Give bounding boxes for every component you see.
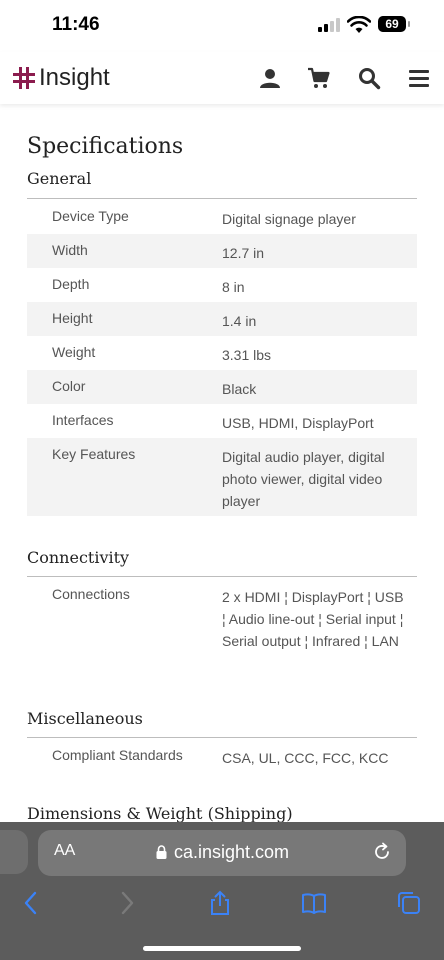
spec-row-connections: Connections 2 x HDMI ¦ DisplayPort ¦ USB…: [27, 578, 417, 672]
spec-label: Interfaces: [52, 412, 114, 428]
section-title-general: General: [27, 169, 92, 188]
spec-label: Width: [52, 242, 88, 258]
spec-value: 1.4 in: [222, 313, 257, 329]
cellular-signal-icon: [318, 18, 342, 32]
menu-icon[interactable]: [407, 66, 431, 90]
spec-row-color: Color Black: [27, 370, 417, 404]
spec-label: Connections: [52, 586, 130, 602]
lock-icon: [156, 845, 167, 859]
section-divider: [27, 198, 417, 199]
url-text[interactable]: ca.insight.com: [174, 842, 289, 863]
insight-logo[interactable]: Insight: [13, 64, 110, 92]
spec-value: USB, HDMI, DisplayPort: [222, 415, 374, 431]
home-indicator: [143, 946, 301, 951]
spec-value: CSA, UL, CCC, FCC, KCC: [222, 750, 389, 766]
address-bar[interactable]: AA ca.insight.com: [38, 830, 406, 876]
previous-tab-preview[interactable]: [0, 830, 28, 874]
bookmarks-icon[interactable]: [301, 890, 327, 916]
spec-label: Device Type: [52, 208, 129, 224]
section-title-miscellaneous: Miscellaneous: [27, 709, 143, 728]
logo-text: Insight: [39, 64, 110, 91]
wifi-icon: [347, 16, 371, 33]
share-icon[interactable]: [207, 890, 233, 916]
forward-icon[interactable]: [114, 890, 140, 916]
spec-label: Color: [52, 378, 86, 394]
spec-row-height: Height 1.4 in: [27, 302, 417, 336]
spec-value: 3.31 lbs: [222, 347, 272, 363]
spec-label: Depth: [52, 276, 90, 292]
site-header: Insight: [0, 52, 444, 104]
reload-icon[interactable]: [372, 842, 392, 862]
spec-label: Height: [52, 310, 93, 326]
back-icon[interactable]: [18, 890, 44, 916]
spec-label: Weight: [52, 344, 96, 360]
status-bar: 11:46 69: [0, 0, 444, 52]
spec-row-weight: Weight 3.31 lbs: [27, 336, 417, 370]
spec-value: Digital signage player: [222, 211, 356, 227]
cart-icon[interactable]: [307, 66, 331, 90]
browser-bottom-bar: AA ca.insight.com: [0, 822, 444, 960]
spec-label: Key Features: [52, 446, 136, 462]
spec-row-depth: Depth 8 in: [27, 268, 417, 302]
section-divider: [27, 737, 417, 738]
reader-options-button[interactable]: AA: [54, 842, 75, 860]
spec-value: 8 in: [222, 279, 245, 295]
spec-row-width: Width 12.7 in: [27, 234, 417, 268]
spec-row-interfaces: Interfaces USB, HDMI, DisplayPort: [27, 404, 417, 438]
spec-label: Compliant Standards: [52, 747, 183, 763]
section-divider: [27, 576, 417, 577]
spec-value: Black: [222, 381, 257, 397]
section-title-connectivity: Connectivity: [27, 548, 130, 567]
tabs-icon[interactable]: [396, 890, 422, 916]
spec-value: Digital audio player, digital photo view…: [222, 449, 385, 509]
section-title-dimensions-shipping: Dimensions & Weight (Shipping): [27, 804, 293, 823]
search-icon[interactable]: [357, 66, 381, 90]
battery-icon: 69: [378, 16, 410, 32]
spec-row-key-features: Key Features Digital audio player, digit…: [27, 438, 417, 516]
account-icon[interactable]: [258, 66, 282, 90]
spec-row-compliant-standards: Compliant Standards CSA, UL, CCC, FCC, K…: [27, 739, 417, 773]
spec-row-device-type: Device Type Digital signage player: [27, 200, 417, 234]
status-time: 11:46: [52, 14, 100, 35]
insight-logo-mark-icon: [13, 67, 35, 89]
page-title: Specifications: [27, 134, 184, 159]
spec-value: 2 x HDMI ¦ DisplayPort ¦ USB ¦ Audio lin…: [222, 589, 404, 649]
spec-value: 12.7 in: [222, 245, 265, 261]
